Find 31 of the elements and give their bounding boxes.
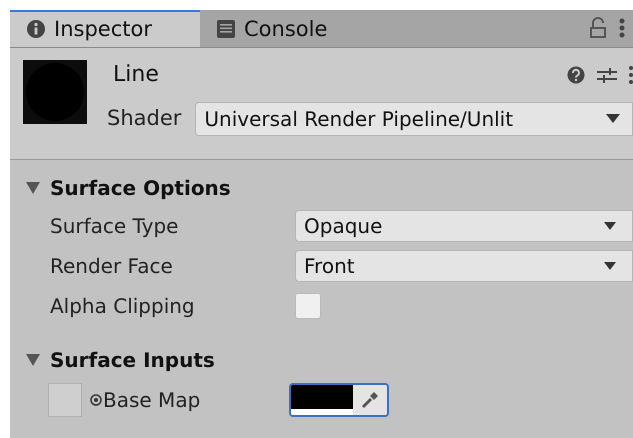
foldout-arrow-icon xyxy=(26,182,40,194)
shader-label: Shader xyxy=(107,104,182,132)
section-header[interactable]: Surface Options xyxy=(10,170,633,206)
sliders-icon[interactable] xyxy=(597,66,617,84)
dropdown-arrow-icon xyxy=(604,222,616,230)
field-label: Render Face xyxy=(50,253,174,280)
field-label: Surface Type xyxy=(50,213,180,240)
lock-icon[interactable] xyxy=(589,17,607,40)
object-picker-icon[interactable] xyxy=(90,394,102,406)
tab[interactable]: Inspector xyxy=(10,10,200,46)
dropdown-arrow-icon xyxy=(604,262,616,270)
foldout-arrow-icon xyxy=(26,354,40,366)
console-icon xyxy=(216,19,236,40)
eyedropper-icon[interactable] xyxy=(360,390,380,410)
color-field[interactable] xyxy=(289,383,389,417)
dropdown[interactable]: Opaque xyxy=(295,210,633,242)
more-icon[interactable] xyxy=(629,64,633,84)
field-label: Alpha Clipping xyxy=(50,293,196,320)
section-header[interactable]: Surface Inputs xyxy=(10,342,633,378)
help-icon[interactable] xyxy=(567,66,585,84)
material-name: Line xyxy=(113,61,159,89)
tab[interactable]: Console xyxy=(200,10,344,46)
dropdown[interactable]: Front xyxy=(295,250,633,282)
color-swatch[interactable] xyxy=(291,385,353,415)
checkbox[interactable] xyxy=(295,293,321,319)
dropdown-arrow-icon xyxy=(606,114,620,123)
more-icon[interactable] xyxy=(619,17,625,40)
material-preview xyxy=(23,60,87,124)
info-icon xyxy=(26,19,46,40)
shader-dropdown[interactable]: Universal Render Pipeline/Unlit xyxy=(195,102,633,136)
field-label: Base Map xyxy=(103,387,202,414)
